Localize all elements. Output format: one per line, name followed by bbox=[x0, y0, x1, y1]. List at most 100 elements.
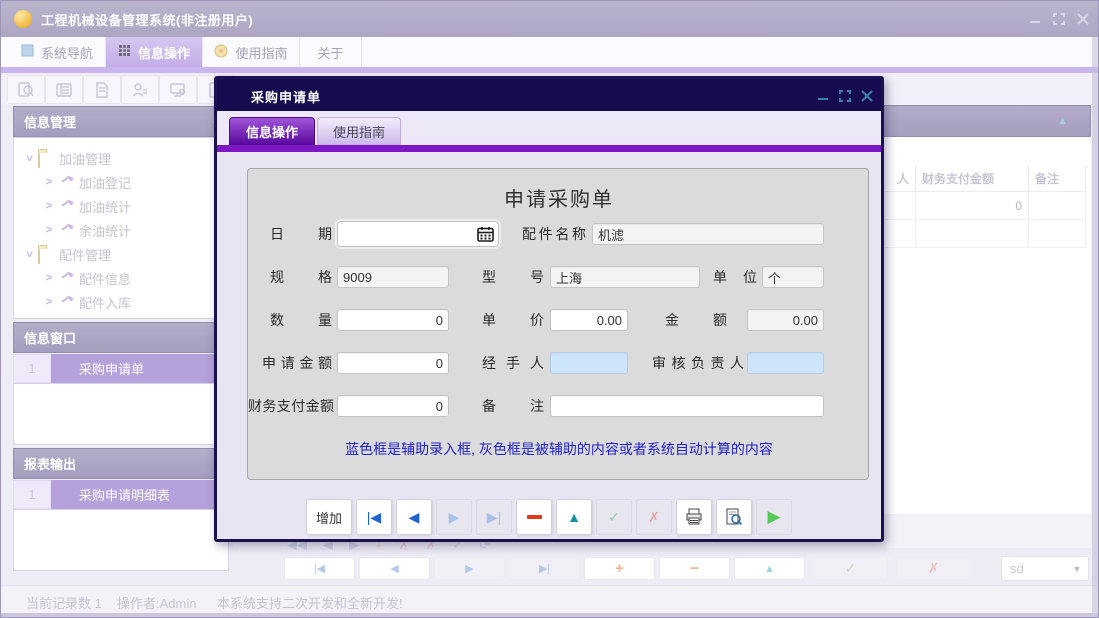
tree-item-parts-info[interactable]: > 配件信息 bbox=[14, 266, 228, 290]
add-button[interactable]: 增加 bbox=[306, 499, 352, 535]
chevron-right-icon[interactable]: > bbox=[44, 176, 54, 188]
sidebar-header-windows[interactable]: 信息窗口 bbox=[13, 322, 229, 353]
auditor-input[interactable] bbox=[747, 352, 824, 374]
unit-price-input[interactable] bbox=[550, 309, 628, 331]
window-right-edge bbox=[1092, 37, 1099, 613]
date-label: 日期 bbox=[270, 223, 332, 245]
bottom-first-button[interactable]: |◀ bbox=[284, 557, 355, 580]
finance-amount-input[interactable] bbox=[337, 395, 449, 417]
dialog-tab-info-operation[interactable]: 信息操作 bbox=[229, 117, 315, 145]
status-message: 本系统支持二次开发和全新开发! bbox=[217, 593, 403, 612]
confirm-button[interactable]: ✓ bbox=[596, 499, 632, 535]
col-header-finance-amount[interactable]: 财务支付金额 bbox=[916, 165, 1029, 192]
prev-record-button[interactable]: ◀ bbox=[396, 499, 432, 535]
unit-label: 单位 bbox=[713, 266, 757, 288]
table-row[interactable]: 0 bbox=[885, 192, 1086, 220]
bottom-last-button[interactable]: ▶| bbox=[509, 557, 580, 580]
chevron-right-icon[interactable]: > bbox=[44, 296, 54, 308]
date-field[interactable] bbox=[337, 221, 499, 247]
print-button[interactable] bbox=[676, 499, 712, 535]
search-icon[interactable] bbox=[7, 75, 45, 104]
bottom-add-button[interactable]: + bbox=[584, 557, 655, 580]
table-row[interactable] bbox=[885, 220, 1086, 248]
remark-input[interactable] bbox=[550, 395, 824, 417]
window-title: 工程机械设备管理系统(非注册用户) bbox=[41, 10, 253, 29]
tab-user-guide[interactable]: 使用指南 bbox=[203, 37, 300, 67]
restore-icon[interactable] bbox=[1051, 12, 1067, 26]
quantity-label: 数量 bbox=[270, 309, 332, 331]
bottom-up-button[interactable]: ▲ bbox=[734, 557, 805, 580]
chevron-down-icon[interactable]: > bbox=[23, 249, 35, 259]
bottom-remove-button[interactable]: − bbox=[659, 557, 730, 580]
tool-icon bbox=[58, 272, 74, 285]
list-icon[interactable] bbox=[45, 75, 83, 104]
last-record-button[interactable]: ▶| bbox=[476, 499, 512, 535]
tree-item-fuel-mgmt[interactable]: > 加油管理 bbox=[14, 146, 228, 170]
quantity-input[interactable] bbox=[337, 309, 449, 331]
bottom-cancel-button[interactable]: ✗ bbox=[896, 557, 971, 580]
purchase-request-dialog: 采购申请单 信息操作 使用指南 申请采购单 日期 bbox=[214, 76, 884, 542]
col-header-remark[interactable]: 备注 bbox=[1029, 165, 1086, 192]
tree-item-parts-inbound[interactable]: > 配件入库 bbox=[14, 290, 228, 314]
model-input[interactable] bbox=[550, 266, 700, 288]
main-tabbar: 系统导航 信息操作 使用指南 关于 bbox=[1, 37, 1099, 68]
bottom-next-button[interactable]: ▶ bbox=[434, 557, 505, 580]
run-button[interactable]: ▶ bbox=[756, 499, 792, 535]
part-name-input[interactable] bbox=[592, 223, 824, 245]
calendar-icon[interactable] bbox=[477, 226, 494, 247]
close-icon[interactable] bbox=[1075, 12, 1091, 26]
dialog-close-icon[interactable] bbox=[859, 89, 874, 102]
unit-input[interactable] bbox=[762, 266, 824, 288]
bottom-confirm-button[interactable]: ✓ bbox=[813, 557, 888, 580]
print-preview-button[interactable] bbox=[716, 499, 752, 535]
minimize-icon[interactable] bbox=[1027, 12, 1043, 26]
tool-icon bbox=[58, 296, 74, 309]
record-count: 当前记录数 1 bbox=[26, 593, 102, 612]
dialog-tab-user-guide[interactable]: 使用指南 bbox=[317, 117, 401, 145]
sidebar-tree: > 加油管理 > 加油登记 > 加油统计 > 余油统计 > 配件管理 > 配件信… bbox=[13, 137, 229, 319]
chevron-right-icon[interactable]: > bbox=[44, 272, 54, 284]
monitor-icon[interactable] bbox=[159, 75, 197, 104]
tree-item-fuel-register[interactable]: > 加油登记 bbox=[14, 170, 228, 194]
bottom-prev-button[interactable]: ◀ bbox=[359, 557, 430, 580]
dialog-minimize-icon[interactable] bbox=[815, 89, 830, 102]
handler-input[interactable] bbox=[550, 352, 628, 374]
first-record-button[interactable]: |◀ bbox=[356, 499, 392, 535]
table-header-row: 人 财务支付金额 备注 bbox=[885, 165, 1086, 192]
collapse-up-icon[interactable]: ▲ bbox=[1057, 115, 1068, 127]
bottom-dropdown[interactable]: sd ▼ bbox=[1001, 556, 1089, 581]
document-icon[interactable] bbox=[83, 75, 121, 104]
remark-label: 备注 bbox=[482, 395, 544, 417]
dialog-toolbar: 增加 |◀ ◀ ▶ ▶| ▲ ✓ ✗ ▶ bbox=[217, 499, 881, 535]
sidebar-item-purchase-request[interactable]: 1 采购申请单 bbox=[13, 354, 229, 383]
sidebar-header-reports[interactable]: 报表输出 bbox=[13, 448, 229, 479]
windows-list-empty bbox=[13, 383, 229, 445]
tab-info-operation[interactable]: 信息操作 bbox=[106, 37, 203, 67]
sidebar-header-info[interactable]: 信息管理 ◂ bbox=[13, 106, 229, 137]
sidebar-item-purchase-detail-report[interactable]: 1 采购申请明细表 bbox=[13, 480, 229, 509]
auditor-label: 审核负责人 bbox=[652, 352, 744, 374]
tree-item-oil-remain-stats[interactable]: > 余油统计 bbox=[14, 218, 228, 242]
edit-record-button[interactable]: ▲ bbox=[556, 499, 592, 535]
tab-about[interactable]: 关于 bbox=[300, 37, 362, 67]
col-header-person[interactable]: 人 bbox=[885, 165, 916, 192]
user-icon[interactable] bbox=[121, 75, 159, 104]
status-bar: 当前记录数 1 操作者:Admin 本系统支持二次开发和全新开发! bbox=[1, 585, 1099, 614]
chevron-down-icon[interactable]: > bbox=[23, 153, 35, 163]
cancel-button[interactable]: ✗ bbox=[636, 499, 672, 535]
records-table: 人 财务支付金额 备注 0 bbox=[885, 165, 1086, 248]
next-record-button[interactable]: ▶ bbox=[436, 499, 472, 535]
delete-record-button[interactable] bbox=[516, 499, 552, 535]
tool-icon bbox=[58, 176, 74, 189]
amount-input[interactable] bbox=[747, 309, 824, 331]
request-amount-input[interactable] bbox=[337, 352, 449, 374]
date-input[interactable] bbox=[338, 222, 498, 246]
tree-item-parts-mgmt[interactable]: > 配件管理 bbox=[14, 242, 228, 266]
chevron-right-icon[interactable]: > bbox=[44, 200, 54, 212]
window-bottom-edge bbox=[1, 613, 1099, 618]
chevron-right-icon[interactable]: > bbox=[44, 224, 54, 236]
tab-system-nav[interactable]: 系统导航 bbox=[9, 37, 106, 67]
tree-item-fuel-stats[interactable]: > 加油统计 bbox=[14, 194, 228, 218]
dialog-maximize-icon[interactable] bbox=[837, 89, 852, 102]
spec-input[interactable] bbox=[337, 266, 449, 288]
